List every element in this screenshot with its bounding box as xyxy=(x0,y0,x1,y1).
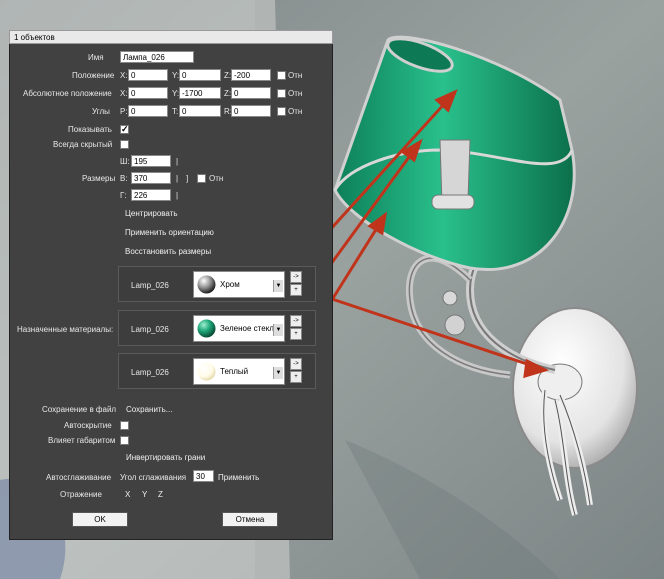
axis-t-label: T: xyxy=(172,107,179,116)
center-button[interactable]: Центрировать xyxy=(125,209,178,218)
size-h-field[interactable]: 370 xyxy=(131,172,171,184)
material-row: Lamp_026 Теплый ▼ -> + xyxy=(118,353,316,389)
sizes-relative-label: Отн xyxy=(209,174,224,183)
name-label: Имя xyxy=(88,53,104,62)
position-y-field[interactable]: 0 xyxy=(179,69,221,81)
size-d-bracket: | xyxy=(176,191,179,200)
size-lock-bracket: ] xyxy=(186,174,189,183)
abs-position-label: Абсолютное положение xyxy=(23,89,112,98)
autohide-checkbox[interactable] xyxy=(120,421,129,430)
axis-x-label: X: xyxy=(120,89,128,98)
smooth-angle-field[interactable]: 30 xyxy=(193,470,214,482)
material-swatch-green-glass xyxy=(197,319,216,338)
mirror-y-button[interactable]: Y xyxy=(142,490,147,499)
sizes-label: Размеры xyxy=(82,174,116,183)
materials-label: Назначенные материалы: xyxy=(17,325,114,334)
chevron-down-icon[interactable]: ▼ xyxy=(273,367,283,379)
material-name: Теплый xyxy=(220,367,249,376)
invert-faces-button[interactable]: Инвертировать грани xyxy=(126,453,205,462)
size-h-bracket: | xyxy=(176,174,179,183)
axis-x-label: X: xyxy=(120,71,128,80)
size-w-field[interactable]: 195 xyxy=(131,155,171,167)
material-swatch-chrome xyxy=(197,275,216,294)
material-object-name: Lamp_026 xyxy=(131,325,169,334)
autosmooth-label: Автосглаживание xyxy=(46,473,112,482)
size-w-label: Ш: xyxy=(120,157,130,166)
ok-button[interactable]: OK xyxy=(72,512,128,527)
mirror-z-button[interactable]: Z xyxy=(158,490,163,499)
always-hidden-checkbox[interactable] xyxy=(120,140,129,149)
pick-material-button[interactable]: -> xyxy=(290,271,302,283)
save-file-button[interactable]: Сохранить... xyxy=(126,405,172,414)
autohide-label: Автоскрытие xyxy=(64,421,112,430)
abs-position-relative-label: Отн xyxy=(288,89,303,98)
show-label: Показывать xyxy=(68,125,112,134)
material-selector[interactable]: Зеленое стекл ▼ xyxy=(193,315,285,342)
cancel-button[interactable]: Отмена xyxy=(222,512,278,527)
pick-material-button[interactable]: -> xyxy=(290,315,302,327)
restore-sizes-button[interactable]: Восстановить размеры xyxy=(125,247,211,256)
abs-position-x-field[interactable]: 0 xyxy=(128,87,168,99)
position-z-field[interactable]: -200 xyxy=(231,69,271,81)
material-name: Хром xyxy=(220,280,240,289)
size-w-bracket: | xyxy=(176,157,179,166)
material-row: Lamp_026 Хром ▼ -> + xyxy=(118,266,316,302)
material-selector[interactable]: Хром ▼ xyxy=(193,271,285,298)
position-relative-checkbox[interactable] xyxy=(277,71,286,80)
material-selector[interactable]: Теплый ▼ xyxy=(193,358,285,385)
chevron-down-icon[interactable]: ▼ xyxy=(273,280,283,292)
mirror-label: Отражение xyxy=(60,490,102,499)
affects-bounds-checkbox[interactable] xyxy=(120,436,129,445)
material-row: Lamp_026 Зеленое стекл ▼ -> + xyxy=(118,310,316,346)
material-object-name: Lamp_026 xyxy=(131,281,169,290)
add-material-button[interactable]: + xyxy=(290,328,302,340)
position-label: Положение xyxy=(72,71,115,80)
position-x-field[interactable]: 0 xyxy=(128,69,168,81)
angle-p-field[interactable]: 0 xyxy=(128,105,168,117)
add-material-button[interactable]: + xyxy=(290,284,302,296)
apply-smooth-button[interactable]: Применить xyxy=(218,473,259,482)
apply-orientation-button[interactable]: Применить ориентацию xyxy=(125,228,214,237)
pick-material-button[interactable]: -> xyxy=(290,358,302,370)
save-file-label: Сохранение в файл xyxy=(42,405,117,414)
abs-position-relative-checkbox[interactable] xyxy=(277,89,286,98)
size-d-label: Г: xyxy=(120,191,127,200)
sizes-relative-checkbox[interactable] xyxy=(197,174,206,183)
abs-position-y-field[interactable]: -1700 xyxy=(179,87,221,99)
angles-relative-checkbox[interactable] xyxy=(277,107,286,116)
show-checkbox[interactable]: ✓ xyxy=(120,125,129,134)
mirror-x-button[interactable]: X xyxy=(125,490,130,499)
always-hidden-label: Всегда скрытый xyxy=(53,140,113,149)
size-h-label: В: xyxy=(120,174,128,183)
material-object-name: Lamp_026 xyxy=(131,368,169,377)
angle-t-field[interactable]: 0 xyxy=(179,105,221,117)
affects-bounds-label: Влияет габаритом xyxy=(48,436,116,445)
smooth-angle-label: Угол сглаживания xyxy=(120,473,187,482)
angle-r-field[interactable]: 0 xyxy=(231,105,271,117)
material-name: Зеленое стекл xyxy=(220,324,274,333)
material-swatch-warm xyxy=(197,362,216,381)
position-relative-label: Отн xyxy=(288,71,303,80)
name-field[interactable]: Лампа_026 xyxy=(120,51,194,63)
chevron-down-icon[interactable]: ▼ xyxy=(273,324,283,336)
angles-label: Углы xyxy=(92,107,110,116)
window-title: 1 объектов xyxy=(9,30,333,44)
axis-p-label: P: xyxy=(120,107,128,116)
add-material-button[interactable]: + xyxy=(290,371,302,383)
size-d-field[interactable]: 226 xyxy=(131,189,171,201)
angles-relative-label: Отн xyxy=(288,107,303,116)
abs-position-z-field[interactable]: 0 xyxy=(231,87,271,99)
